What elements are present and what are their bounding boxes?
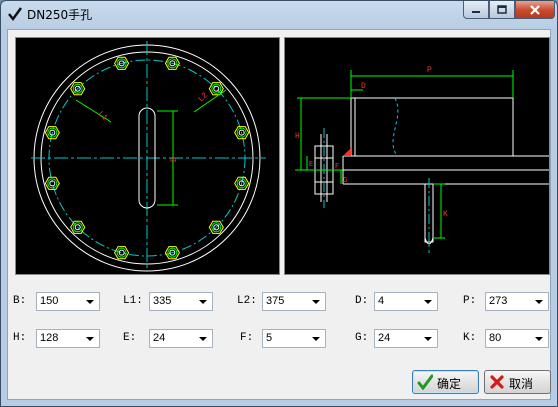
dropdown-arrow-icon[interactable] (86, 300, 94, 304)
f-dim-label: F (335, 163, 339, 171)
window-title: DN250手孔 (27, 8, 93, 22)
param-value-k: 80 (489, 332, 502, 344)
param-label-f: F: (240, 332, 254, 344)
green-check-icon (417, 374, 433, 390)
param-value-e: 24 (153, 332, 166, 344)
dialog-client-area: B L1 L2 P D H E F G K B: 150 L1: 335 L2:… (7, 29, 551, 400)
param-combo-h[interactable]: 128 (36, 329, 100, 348)
dropdown-arrow-icon[interactable] (535, 337, 543, 341)
param-value-d: 4 (378, 295, 385, 307)
param-value-b: 150 (40, 295, 59, 307)
cancel-button-label: 取消 (509, 377, 534, 391)
close-icon (530, 4, 540, 15)
flange-plan-drawing: B L1 L2 (15, 37, 280, 275)
maximize-button[interactable] (489, 1, 515, 19)
param-combo-b[interactable]: 150 (36, 292, 100, 311)
h-dim-label: H (295, 132, 300, 141)
param-value-g: 24 (378, 332, 391, 344)
param-value-l2: 375 (266, 295, 285, 307)
ok-button[interactable]: 确定 (412, 370, 479, 394)
flange-plan-svg: B L1 L2 (31, 41, 266, 272)
title-bar[interactable]: DN250手孔 (1, 1, 557, 27)
param-combo-d[interactable]: 4 (374, 292, 438, 311)
param-label-l1: L1: (123, 295, 143, 307)
red-x-icon (490, 375, 504, 389)
minimize-icon (472, 10, 480, 13)
param-value-p: 273 (489, 295, 508, 307)
param-combo-l2[interactable]: 375 (262, 292, 326, 311)
ok-button-label: 确定 (437, 377, 462, 391)
param-value-l1: 335 (153, 295, 172, 307)
dropdown-arrow-icon[interactable] (424, 337, 432, 341)
param-label-l2: L2: (237, 295, 257, 307)
minimize-button[interactable] (463, 1, 489, 19)
close-button[interactable] (515, 1, 555, 19)
dropdown-arrow-icon[interactable] (199, 300, 207, 304)
break-line (392, 97, 399, 157)
weld-symbol (343, 148, 351, 156)
cancel-button[interactable]: 取消 (484, 370, 551, 394)
dropdown-arrow-icon[interactable] (199, 337, 207, 341)
app-check-icon (8, 7, 23, 22)
section-dimension-lines (295, 70, 514, 239)
g-dim-label: G (343, 177, 347, 185)
param-combo-l1[interactable]: 335 (149, 292, 213, 311)
param-combo-e[interactable]: 24 (149, 329, 213, 348)
dropdown-arrow-icon[interactable] (535, 300, 543, 304)
dimension-lines (75, 89, 227, 206)
param-label-e: E: (123, 332, 137, 344)
b-dim-label: B (170, 157, 179, 162)
d-dim-label: D (361, 82, 366, 91)
param-label-k: K: (463, 332, 477, 344)
dropdown-arrow-icon[interactable] (424, 300, 432, 304)
param-label-d: D: (355, 295, 369, 307)
dialog-window: DN250手孔 B L1 L2 P D H E F G K B: 150 L1:… (0, 0, 558, 407)
dropdown-arrow-icon[interactable] (86, 337, 94, 341)
flange-section-svg: P D H E F G K (295, 66, 549, 253)
dropdown-arrow-icon[interactable] (312, 300, 320, 304)
param-label-h: H: (13, 332, 27, 344)
param-combo-p[interactable]: 273 (485, 292, 549, 311)
param-label-g: G: (355, 332, 369, 344)
dropdown-arrow-icon[interactable] (312, 337, 320, 341)
k-dim-label: K (443, 210, 448, 219)
l1-dim-label: L1 (96, 110, 109, 123)
e-dim-label: E (309, 161, 313, 169)
maximize-icon (497, 4, 507, 14)
param-combo-g[interactable]: 24 (374, 329, 438, 348)
flange-section-drawing: P D H E F G K (284, 37, 550, 275)
p-dim-label: P (427, 66, 432, 75)
param-label-p: P: (463, 295, 477, 307)
section-outline (314, 97, 549, 245)
bolt-hole (114, 246, 130, 260)
param-combo-k[interactable]: 80 (485, 329, 549, 348)
param-value-f: 5 (266, 332, 273, 344)
param-value-h: 128 (40, 332, 59, 344)
bolt-hole (44, 176, 60, 190)
param-combo-f[interactable]: 5 (262, 329, 326, 348)
param-label-b: B: (13, 295, 27, 307)
